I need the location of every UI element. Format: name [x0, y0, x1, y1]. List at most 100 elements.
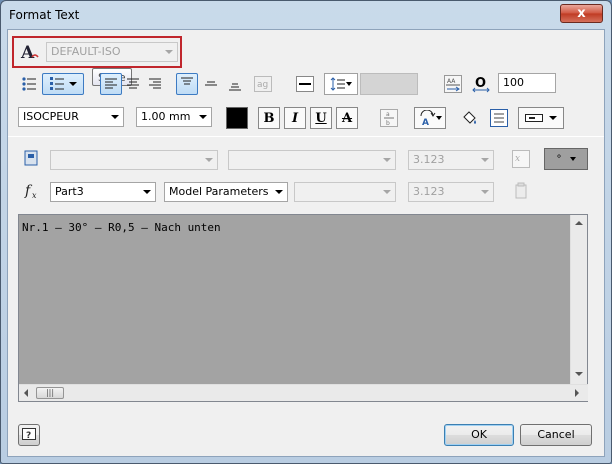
property-select[interactable]	[228, 150, 396, 170]
parameter-select[interactable]	[294, 182, 396, 202]
rotate-text-button[interactable]: A	[414, 107, 446, 129]
text-case-button[interactable]: ag	[252, 73, 274, 95]
chevron-down-icon	[69, 82, 77, 86]
scroll-left-icon[interactable]	[24, 389, 28, 397]
chevron-down-icon	[271, 183, 287, 201]
insert-parameter-button[interactable]	[510, 180, 532, 202]
align-center-icon	[127, 78, 139, 89]
align-left-button[interactable]	[100, 73, 122, 95]
font-value: ISOCPEUR	[23, 110, 79, 123]
width-scale-icon: O	[472, 76, 490, 93]
width-percent-input[interactable]: 100	[498, 73, 556, 93]
fraction-button[interactable]: ab	[378, 107, 400, 129]
editor-text-content[interactable]: Nr.1 – 30° – R0,5 – Nach unten	[22, 221, 221, 234]
chevron-down-icon	[436, 116, 442, 120]
insert-parameter-icon	[515, 182, 527, 199]
stack-text-button[interactable]: AA	[442, 73, 464, 95]
text-frame-button[interactable]	[488, 107, 510, 129]
part-type-select[interactable]	[50, 150, 218, 170]
window-title: Format Text	[9, 8, 80, 22]
precision-1-value: 3.123	[413, 153, 445, 166]
horizontal-line-icon	[296, 76, 314, 92]
ok-button[interactable]: OK	[444, 424, 514, 446]
text-editor[interactable]: Nr.1 – 30° – R0,5 – Nach unten |||	[18, 214, 588, 402]
bullet-list-button[interactable]	[18, 73, 40, 95]
align-right-icon	[149, 78, 161, 89]
chevron-down-icon	[379, 151, 395, 169]
line-break-button[interactable]	[294, 73, 316, 95]
vertical-scrollbar[interactable]	[570, 215, 587, 401]
font-size-value: 1.00 mm	[141, 110, 191, 123]
numbered-list-button[interactable]	[42, 73, 84, 95]
scroll-right-icon[interactable]	[575, 389, 579, 397]
chevron-down-icon	[379, 183, 395, 201]
horizontal-scrollbar[interactable]: |||	[19, 384, 588, 401]
symbol-select[interactable]: °	[544, 148, 588, 170]
fraction-icon: ab	[380, 109, 398, 127]
bullet-list-icon	[22, 77, 36, 91]
close-icon: x	[577, 6, 586, 21]
chevron-down-icon	[161, 43, 177, 61]
strikethrough-button[interactable]: A	[336, 107, 358, 129]
symbol-insert-button[interactable]	[518, 107, 564, 129]
valign-middle-button[interactable]	[200, 73, 222, 95]
dialog-body: A DEFAULT-ISO Style	[7, 29, 605, 457]
part-icon	[24, 150, 38, 166]
precision-select-2[interactable]: 3.123	[408, 182, 494, 202]
format-text-dialog: Format Text x A DEFAULT-ISO Style	[0, 0, 612, 464]
parameter-source-select[interactable]: Model Parameters	[164, 182, 288, 202]
scroll-up-icon[interactable]	[575, 221, 583, 225]
insert-symbol-icon	[525, 114, 543, 122]
line-spacing-icon	[330, 77, 345, 91]
svg-text:A: A	[20, 43, 35, 62]
align-center-button[interactable]	[122, 73, 144, 95]
symbol-value: °	[556, 153, 562, 165]
underline-label: U	[315, 110, 327, 126]
svg-text:x: x	[515, 154, 520, 164]
numbered-list-icon	[50, 77, 64, 90]
line-spacing-value-field	[360, 73, 418, 95]
insert-property-icon: x	[512, 150, 530, 168]
width-scale-button[interactable]: O	[470, 73, 492, 95]
style-select[interactable]: DEFAULT-ISO	[46, 42, 178, 62]
svg-text:O: O	[475, 76, 486, 91]
svg-text:a: a	[386, 111, 390, 118]
toolbar-separator	[8, 136, 604, 137]
chevron-down-icon	[139, 183, 155, 201]
rotate-text-icon: A	[420, 110, 436, 126]
text-style-icon: A	[20, 42, 40, 63]
chevron-down-icon	[569, 157, 576, 161]
insert-property-button[interactable]: x	[510, 148, 532, 170]
svg-text:A: A	[422, 118, 429, 126]
align-right-button[interactable]	[144, 73, 166, 95]
svg-text:AA: AA	[447, 78, 456, 85]
valign-bottom-button[interactable]	[224, 73, 246, 95]
component-select[interactable]: Part3	[50, 182, 156, 202]
underline-button[interactable]: U	[310, 107, 332, 129]
text-color-swatch[interactable]	[226, 107, 248, 129]
function-icon: fx	[24, 182, 44, 200]
precision-2-value: 3.123	[413, 185, 445, 198]
chevron-down-icon	[346, 82, 352, 86]
help-button[interactable]: ?	[18, 424, 40, 446]
font-select[interactable]: ISOCPEUR	[18, 107, 124, 127]
valign-top-icon	[181, 77, 193, 85]
valign-top-button[interactable]	[176, 73, 198, 95]
svg-text:ag: ag	[257, 80, 268, 90]
align-left-icon	[105, 78, 117, 89]
italic-button[interactable]: I	[284, 107, 306, 129]
bold-button[interactable]: B	[258, 107, 280, 129]
precision-select-1[interactable]: 3.123	[408, 150, 494, 170]
font-size-select[interactable]: 1.00 mm	[136, 107, 212, 127]
text-frame-icon	[490, 109, 508, 127]
line-spacing-button[interactable]	[324, 73, 358, 95]
fill-color-button[interactable]	[458, 107, 480, 129]
svg-text:?: ?	[26, 431, 31, 441]
italic-label: I	[291, 110, 299, 126]
scroll-down-icon[interactable]	[575, 372, 583, 376]
scroll-thumb[interactable]: |||	[36, 387, 64, 399]
chevron-down-icon	[201, 151, 217, 169]
cancel-button[interactable]: Cancel	[520, 424, 592, 446]
close-button[interactable]: x	[560, 4, 603, 23]
title-bar[interactable]: Format Text x	[1, 1, 611, 29]
